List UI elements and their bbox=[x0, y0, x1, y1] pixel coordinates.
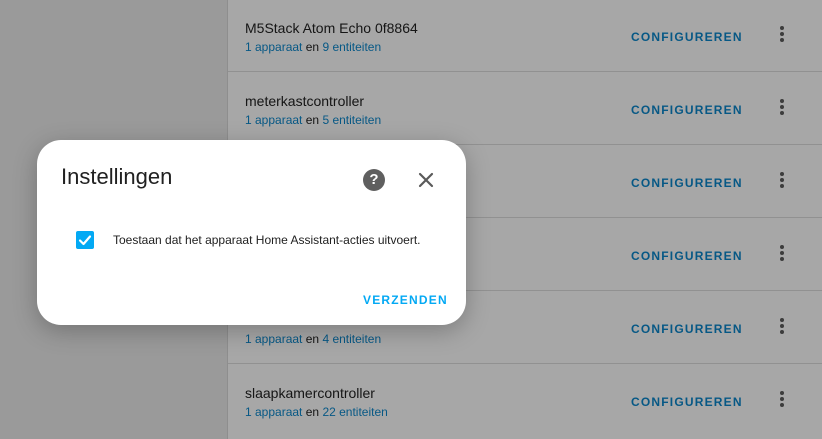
settings-dialog: Instellingen ? Toestaan dat het apparaat… bbox=[37, 140, 466, 325]
checkbox-label: Toestaan dat het apparaat Home Assistant… bbox=[113, 233, 421, 247]
help-circle-icon[interactable]: ? bbox=[363, 169, 385, 191]
dialog-title: Instellingen bbox=[61, 164, 173, 189]
check-icon bbox=[78, 235, 92, 246]
submit-button[interactable]: VERZENDEN bbox=[363, 293, 448, 307]
allow-actions-checkbox[interactable] bbox=[76, 231, 94, 249]
close-icon[interactable] bbox=[415, 169, 437, 191]
